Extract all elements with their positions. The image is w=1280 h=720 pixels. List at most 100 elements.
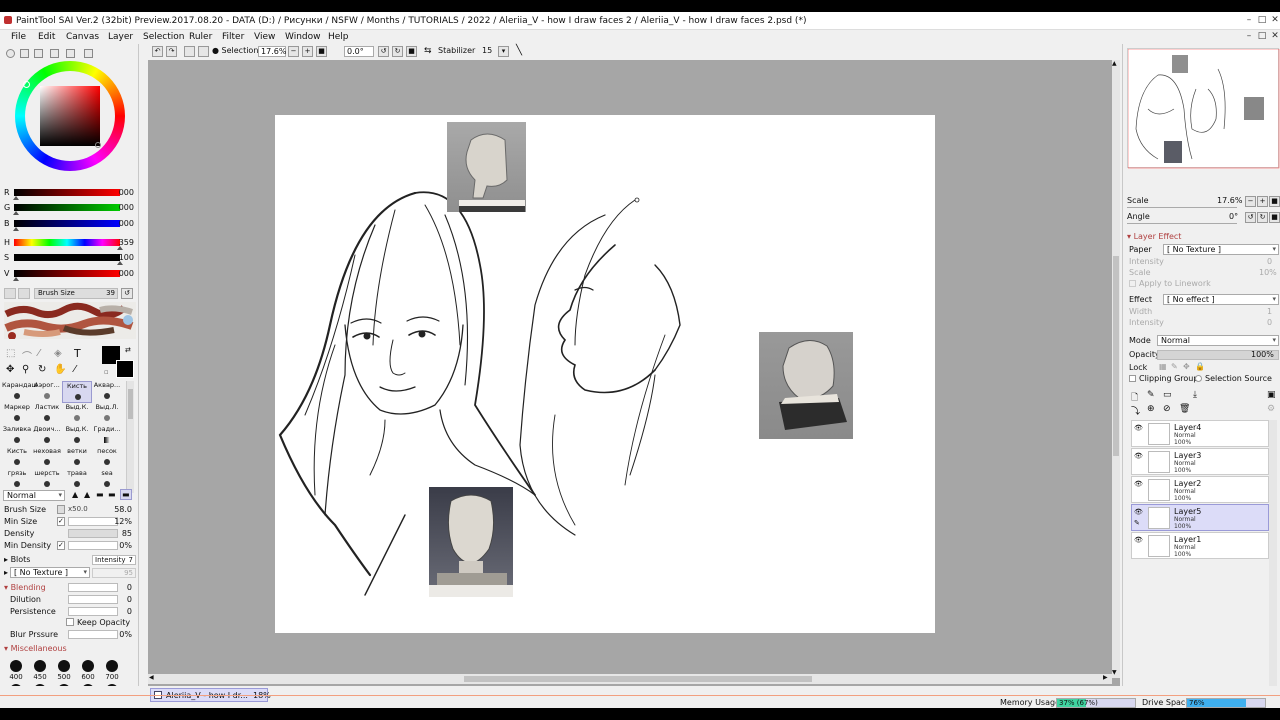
new-folder-icon[interactable]: ▭ <box>1163 390 1172 400</box>
doc-close-button[interactable]: ✕ <box>1270 31 1280 41</box>
nav-zoom-in-icon[interactable]: + <box>1257 196 1268 207</box>
new-linework-layer-icon[interactable]: ✎ <box>1147 390 1155 400</box>
layer-row-layer5[interactable]: 👁 ✎ Layer5 Normal 100% <box>1131 504 1269 531</box>
swatches-tab[interactable] <box>50 49 59 58</box>
brush-sea[interactable]: sea <box>92 469 122 491</box>
dilution-row[interactable]: Dilution 0 <box>2 594 136 606</box>
reference-head-profile[interactable] <box>447 122 526 212</box>
layer-visibility-icon[interactable]: 👁 <box>1134 424 1144 432</box>
nav-rotate-reset-icon[interactable]: ■ <box>1269 212 1280 223</box>
brush-size-mult-toggle[interactable] <box>57 505 65 514</box>
bucket-icon[interactable]: ◈ <box>54 348 62 359</box>
saturation-value-square[interactable] <box>40 86 100 146</box>
slider-s-bar[interactable] <box>14 254 120 261</box>
eyedropper-icon[interactable]: ⁄ <box>74 364 76 375</box>
layer-list-scrollbar[interactable] <box>1269 420 1277 700</box>
brush-shape-flat-icon[interactable]: ▬ <box>108 490 116 499</box>
selection-source-radio[interactable] <box>1195 375 1202 382</box>
brush-select-pen-2[interactable]: Выд.К. <box>62 425 92 447</box>
menu-filter[interactable]: Filter <box>222 32 244 42</box>
rotation-field[interactable]: 0.0° <box>344 46 374 57</box>
layer-visibility-icon[interactable]: 👁 <box>1134 480 1144 488</box>
brush-airbrush[interactable]: Аэрог... <box>32 381 62 403</box>
brush-pencil[interactable]: Карандаш <box>2 381 37 403</box>
layer-settings-icon[interactable]: ⚙ <box>1267 404 1275 414</box>
lock-all-icon[interactable]: 🔒 <box>1195 362 1205 371</box>
transparent-color-icon[interactable]: ▫ <box>104 368 109 376</box>
nav-angle-slider[interactable] <box>1127 223 1237 224</box>
text-tool-icon[interactable]: T <box>74 347 81 360</box>
transfer-down-icon[interactable]: ⤵ <box>1131 404 1140 417</box>
layer-visibility-icon[interactable]: 👁 <box>1134 452 1144 460</box>
min-density-slider[interactable] <box>68 541 118 550</box>
density-row[interactable]: Density 85 <box>2 528 136 540</box>
lock-move-icon[interactable]: ✥ <box>1183 362 1190 371</box>
menu-file[interactable]: File <box>11 32 26 42</box>
blending-expander[interactable]: ▾ Blending <box>4 583 46 592</box>
blending-row[interactable]: ▾ Blending 0 <box>2 582 136 594</box>
line-tool-icon[interactable]: ╲ <box>516 45 522 56</box>
brush-brush[interactable]: Кисть <box>62 381 92 403</box>
navigator-preview[interactable] <box>1127 48 1280 169</box>
redo-icon[interactable]: ↷ <box>166 46 177 57</box>
brush-dirt[interactable]: грязь <box>2 469 32 491</box>
rotate-icon[interactable]: ↻ <box>38 364 46 375</box>
slider-g-bar[interactable] <box>14 204 120 211</box>
scratch-brush-size[interactable]: Brush Size 39 <box>34 288 118 299</box>
layer-row-layer4[interactable]: 👁 Layer4 Normal 100% <box>1131 420 1269 447</box>
document-canvas[interactable] <box>275 115 935 633</box>
density-slider[interactable] <box>68 529 118 538</box>
slider-b-bar[interactable] <box>14 220 120 227</box>
zoom-out-icon[interactable]: − <box>288 46 299 57</box>
scroll-up-icon[interactable]: ▲ <box>1112 60 1117 67</box>
min-density-checkbox[interactable]: ✓ <box>57 541 65 550</box>
user-palette-tab[interactable] <box>84 49 93 58</box>
misc-row[interactable]: ▾ Miscellaneous <box>2 643 136 655</box>
brush-texture-select[interactable]: [ No Texture ] <box>10 567 90 578</box>
size-preset-dot[interactable] <box>106 660 118 672</box>
vertical-scrollbar-thumb[interactable] <box>1113 256 1119 456</box>
layer-row-layer1[interactable]: 👁 Layer1 Normal 100% <box>1131 532 1269 559</box>
brush-select-pen[interactable]: Выд.К. <box>62 403 92 425</box>
brush-fill[interactable]: Заливка <box>2 425 32 447</box>
slider-r-bar[interactable] <box>14 189 120 196</box>
layer-visibility-icon[interactable]: 👁 <box>1134 508 1144 516</box>
brush-shape-soft-icon[interactable]: ▬ <box>96 490 104 499</box>
menu-help[interactable]: Help <box>328 32 349 42</box>
layer-opacity-row[interactable]: Opacity 100% <box>1127 349 1279 361</box>
color-wheel[interactable] <box>15 61 125 171</box>
rgb-slider-tab[interactable] <box>20 49 29 58</box>
scratch-clear-icon[interactable]: ↺ <box>121 288 133 299</box>
texture-expander[interactable]: ▸ <box>4 568 8 577</box>
blots-row[interactable]: ▸ Blots Intensity 7 <box>2 554 136 566</box>
brush-blend-mode-select[interactable]: Normal <box>3 490 65 501</box>
slider-v-bar[interactable] <box>14 270 120 277</box>
undo-icon[interactable]: ↶ <box>152 46 163 57</box>
color-wheel-tab[interactable] <box>6 49 15 58</box>
doc-restore-button[interactable]: □ <box>1257 31 1267 41</box>
invert-selection-icon[interactable] <box>198 46 209 57</box>
rotate-reset-icon[interactable]: ■ <box>406 46 417 57</box>
min-density-row[interactable]: Min Density ✓ 0% <box>2 540 136 552</box>
keep-opacity-checkbox[interactable] <box>66 618 74 626</box>
min-size-slider[interactable] <box>68 517 118 526</box>
move-icon[interactable]: ✥ <box>6 364 14 375</box>
delete-layer-icon[interactable]: 🗑 <box>1179 404 1190 414</box>
texture-row[interactable]: ▸ [ No Texture ] 95 <box>2 567 136 579</box>
brush-marker[interactable]: Маркер <box>2 403 32 425</box>
close-button[interactable]: ✕ <box>1270 15 1280 25</box>
brush-fur[interactable]: шерсть <box>32 469 62 491</box>
blur-pressure-slider[interactable] <box>68 630 118 639</box>
effect-select[interactable]: [ No effect ] <box>1163 294 1279 305</box>
menu-edit[interactable]: Edit <box>38 32 55 42</box>
hsv-slider-tab[interactable] <box>34 49 43 58</box>
brush-select-eraser[interactable]: Выд.Л. <box>92 403 122 425</box>
magic-wand-icon[interactable]: ⁄ <box>38 348 40 359</box>
hue-marker[interactable] <box>23 81 30 88</box>
effect-row[interactable]: Effect [ No effect ] <box>1127 294 1279 306</box>
layer-row-layer3[interactable]: 👁 Layer3 Normal 100% <box>1131 448 1269 475</box>
scroll-left-icon[interactable]: ◀ <box>149 674 154 681</box>
rect-select-icon[interactable]: ⬚ <box>6 348 15 359</box>
slider-g[interactable]: G 000 <box>4 202 136 215</box>
vertical-scrollbar[interactable]: ▲ ▼ <box>1112 60 1120 678</box>
